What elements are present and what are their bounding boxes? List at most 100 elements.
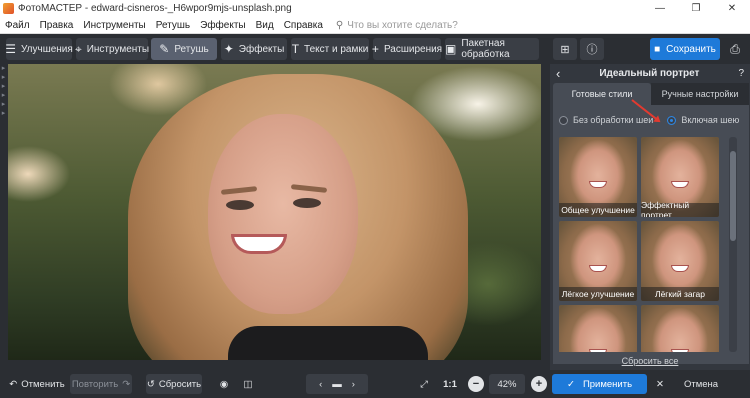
tab-manual-settings[interactable]: Ручные настройки	[651, 83, 749, 105]
print-button[interactable]: ⎙	[725, 38, 745, 60]
retouch-panel: ‹ Идеальный портрет ? Готовые стили Ручн…	[550, 64, 750, 370]
undo-icon: ↶	[9, 378, 18, 390]
text-icon: T	[291, 42, 300, 56]
tool-label: Расширения	[383, 43, 443, 55]
preset-thumbnail[interactable]	[559, 305, 637, 352]
menu-file[interactable]: Файл	[0, 20, 35, 31]
bottom-bar: ↶ Отменить Повторить ↷ ↺ Сбросить ◉ ◫ ‹ …	[0, 370, 750, 398]
photo-face	[208, 114, 358, 314]
tool-instruments-button[interactable]: ⌖ Инструменты	[74, 38, 149, 60]
tool-text-frames-button[interactable]: T Текст и рамки	[291, 38, 369, 60]
close-window-button[interactable]: ✕	[714, 0, 750, 17]
preset-effective-portrait[interactable]: Эффектный портрет	[641, 137, 719, 217]
zoom-out-button[interactable]: −	[468, 376, 484, 392]
menu-view[interactable]: Вид	[251, 20, 279, 31]
redo-button[interactable]: Повторить ↷	[70, 374, 132, 394]
tool-label: Ретушь	[174, 43, 209, 55]
preset-caption: Эффектный портрет	[641, 200, 719, 217]
preset-general-improvement[interactable]: Общее улучшение	[559, 137, 637, 217]
zoom-in-button[interactable]: +	[531, 376, 547, 392]
cancel-button[interactable]: ✕ Отмена	[652, 374, 747, 394]
crop-icon: ⌖	[74, 41, 82, 56]
canvas-scroll-strip[interactable]	[541, 64, 549, 360]
file-info-icon: ⓘ	[586, 44, 598, 56]
preset-caption: Лёгкое улучшение	[559, 287, 637, 301]
brush-icon: ✎	[159, 42, 170, 56]
redo-icon: ↷	[122, 378, 131, 390]
radio-with-neck[interactable]	[631, 98, 677, 125]
neck-option-group: Без обработки шеи Включая шею	[559, 98, 744, 125]
file-add-icon: ⊞	[560, 43, 570, 56]
menu-tools[interactable]: Инструменты	[78, 20, 150, 31]
sparkle-icon: ✦	[223, 42, 234, 56]
tool-label: Текст и рамки	[304, 43, 369, 55]
fit-screen-icon: ⤢	[420, 378, 428, 390]
sliders-icon: ☰	[5, 42, 16, 56]
tool-label: Улучшения	[20, 43, 73, 55]
radio-with-neck-label[interactable]: Включая шею	[681, 115, 739, 125]
thumb-smile	[671, 181, 689, 188]
panel-tabs: Готовые стили Ручные настройки	[553, 83, 749, 105]
tool-effects-button[interactable]: ✦ Эффекты	[221, 38, 287, 60]
redo-label: Повторить	[71, 378, 119, 390]
photo-canvas[interactable]	[8, 64, 541, 360]
close-icon: ✕	[656, 378, 664, 390]
preset-light-improvement[interactable]: Лёгкое улучшение	[559, 221, 637, 301]
reset-all-link[interactable]: Сбросить все	[550, 356, 750, 366]
floppy-icon: ■	[654, 43, 661, 55]
undo-button[interactable]: ↶ Отменить	[8, 374, 66, 394]
back-chevron-icon[interactable]: ‹	[556, 66, 560, 81]
menu-effects[interactable]: Эффекты	[195, 20, 250, 31]
preset-thumbnail[interactable]	[641, 305, 719, 352]
thumb-smile	[589, 349, 607, 352]
image-stack-icon: ▣	[445, 42, 457, 56]
eye-icon: ◉	[219, 378, 229, 390]
panel-header: ‹ Идеальный портрет ?	[550, 64, 750, 82]
preset-caption: Общее улучшение	[559, 203, 637, 217]
tool-retouch-button[interactable]: ✎ Ретушь	[151, 38, 217, 60]
tool-batch-button[interactable]: ▣ Пакетная обработка	[445, 38, 539, 60]
zoom-value[interactable]: 42%	[489, 374, 525, 394]
cancel-label: Отмена	[683, 378, 719, 390]
radio-without-neck[interactable]	[559, 115, 568, 125]
apply-label: Применить	[582, 378, 633, 390]
radio-without-neck-label[interactable]: Без обработки шеи	[573, 115, 653, 125]
chevron-right-icon: ▸ ▸ ▸ ▸ ▸ ▸	[1, 65, 6, 117]
apply-button[interactable]: ✓ Применить	[552, 374, 647, 394]
folder-icon[interactable]: ▬	[332, 379, 342, 390]
zoom-1-1-button[interactable]: 1:1	[440, 374, 460, 394]
preset-light-tan[interactable]: Лёгкий загар	[641, 221, 719, 301]
left-panel-toggle[interactable]: ▸ ▸ ▸ ▸ ▸ ▸	[0, 64, 7, 360]
printer-icon: ⎙	[730, 41, 740, 56]
plus-icon: +	[535, 378, 543, 390]
menu-help[interactable]: Справка	[279, 20, 328, 31]
tool-label: Пакетная обработка	[461, 38, 510, 60]
app-logo-icon	[3, 3, 14, 14]
maximize-button[interactable]: ❐	[678, 0, 714, 17]
next-image-icon[interactable]: ›	[352, 379, 355, 390]
minimize-button[interactable]: —	[642, 0, 678, 17]
prev-image-icon[interactable]: ‹	[319, 379, 322, 390]
help-icon[interactable]: ?	[738, 68, 744, 79]
check-icon: ✓	[566, 378, 575, 390]
add-file-button[interactable]: ⊞	[553, 38, 577, 60]
presets-body: Без обработки шеи Включая шею Общее улуч…	[553, 98, 749, 364]
tool-improvements-button[interactable]: ☰ Улучшения	[5, 38, 73, 60]
save-label: Сохранить	[666, 43, 716, 55]
photo-right-eye	[293, 198, 321, 208]
scrollbar-thumb[interactable]	[730, 151, 736, 241]
presets-scrollbar[interactable]	[729, 137, 737, 352]
menu-retouch[interactable]: Ретушь	[151, 20, 195, 31]
search-field[interactable]: ⚲ Что вы хотите сделать?	[336, 20, 458, 31]
reset-label: Сбросить	[158, 378, 202, 390]
reset-button[interactable]: ↺ Сбросить	[146, 374, 202, 394]
thumb-smile	[589, 265, 607, 272]
tool-label: Эффекты	[238, 43, 285, 55]
menu-edit[interactable]: Правка	[35, 20, 79, 31]
file-info-button[interactable]: ⓘ	[580, 38, 604, 60]
fit-screen-button[interactable]: ⤢	[414, 374, 434, 394]
compare-eye-button[interactable]: ◉	[214, 374, 234, 394]
before-after-button[interactable]: ◫	[238, 374, 258, 394]
save-button[interactable]: ■ Сохранить	[650, 38, 720, 60]
tool-extensions-button[interactable]: + Расширения	[372, 38, 443, 60]
